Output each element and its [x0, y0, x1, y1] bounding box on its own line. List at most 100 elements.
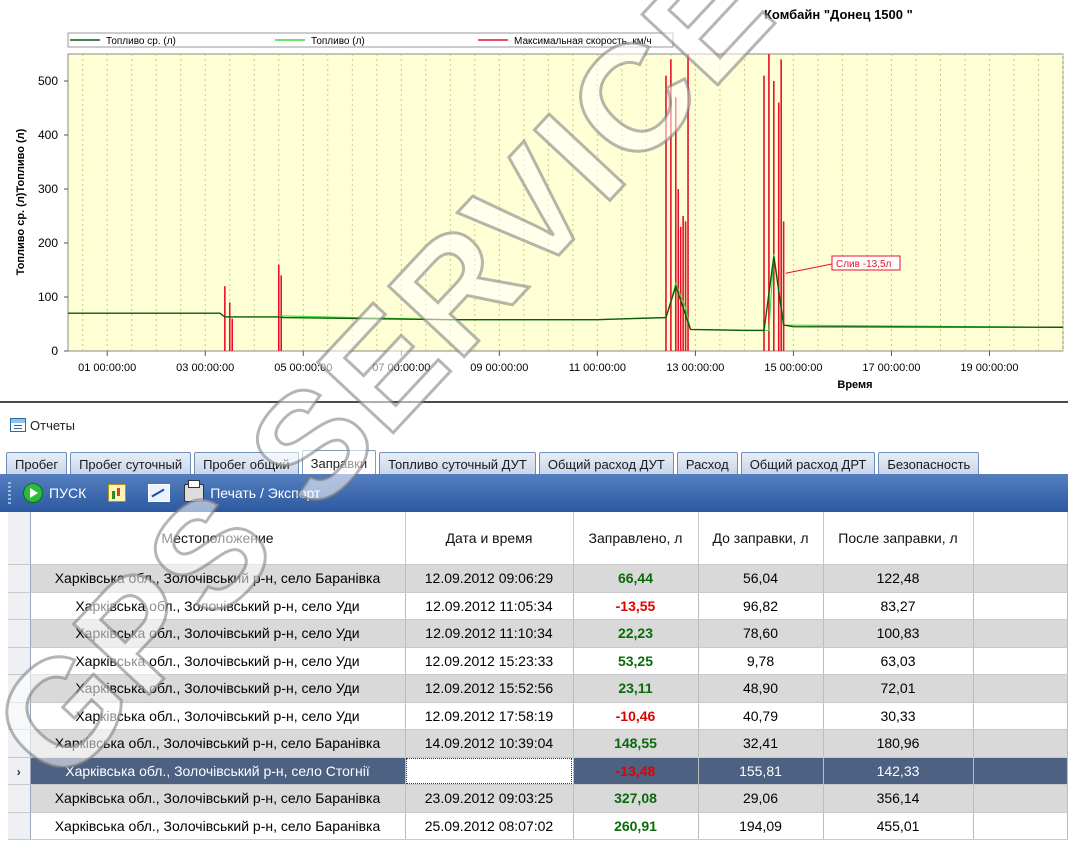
print-export-button[interactable]: Печать / Экспорт: [184, 480, 321, 502]
print-export-label: Печать / Экспорт: [210, 485, 321, 501]
fuel-chart: Комбайн "Донец 1500 " Топливо ср. (л) Топ…: [0, 0, 1068, 400]
x-tick-label: 11 00:00:00: [569, 362, 626, 374]
cell-after[interactable]: 83,27: [823, 592, 974, 620]
tab-4[interactable]: Заправки: [301, 450, 377, 474]
cell-location[interactable]: Харківська обл., Золочівський р-н, село …: [30, 757, 406, 785]
cell-empty: [973, 647, 1068, 675]
cell-filled[interactable]: 66,44: [573, 564, 699, 593]
column-header-before[interactable]: До заправки, л: [698, 512, 824, 565]
cell-before[interactable]: 29,06: [698, 784, 824, 813]
table-icon: [10, 418, 26, 432]
legend-label: Максимальная скорость, км/ч: [514, 36, 652, 47]
table-row[interactable]: › Харківська обл., Золочівський р-н, село…: [8, 757, 1068, 785]
legend-label: Топливо ср. (л): [106, 36, 176, 47]
table-row[interactable]: Харківська обл., Золочівський р-н, село …: [8, 784, 1068, 813]
cell-before[interactable]: 9,78: [698, 647, 824, 675]
refuel-table: Местоположение Дата и время Заправлено, …: [8, 512, 1068, 840]
cell-location[interactable]: Харківська обл., Золочівський р-н, село …: [30, 784, 406, 813]
cell-datetime[interactable]: 14.09.2012 10:39:04: [405, 729, 574, 758]
reports-panel: Отчеты Пробег Пробег суточный Пробег общий…: [0, 401, 1068, 842]
cell-location[interactable]: Харківська обл., Золочівський р-н, село …: [30, 702, 406, 730]
tab-7[interactable]: Расход: [676, 452, 738, 474]
cell-after[interactable]: 142,33: [823, 757, 974, 785]
cell-after[interactable]: 30,33: [823, 702, 974, 730]
column-header-location[interactable]: Местоположение: [30, 512, 406, 565]
cell-before[interactable]: 48,90: [698, 674, 824, 703]
y-axis-label: Топливо ср. (л)Топливо (л): [15, 128, 27, 275]
cell-after[interactable]: 72,01: [823, 674, 974, 703]
cell-before[interactable]: 155,81: [698, 757, 824, 785]
table-row[interactable]: Харківська обл., Золочівський р-н, село …: [8, 619, 1068, 648]
x-tick-label: 07 00:00:00: [372, 362, 430, 374]
tab-6[interactable]: Общий расход ДУТ: [538, 452, 674, 474]
plot-area: [67, 53, 1064, 352]
table-row[interactable]: Харківська обл., Золочівський р-н, село …: [8, 564, 1068, 593]
reports-window-title-bar: Отчеты: [0, 414, 1068, 436]
cell-after[interactable]: 356,14: [823, 784, 974, 813]
cell-location[interactable]: Харківська обл., Золочівський р-н, село …: [30, 592, 406, 620]
cell-datetime[interactable]: 23.09.2012 09:03:25: [405, 784, 574, 813]
cell-location[interactable]: Харківська обл., Золочівський р-н, село …: [30, 564, 406, 593]
cell-datetime[interactable]: 12.09.2012 11:10:34: [405, 619, 574, 648]
cell-datetime[interactable]: 12.09.2012 11:05:34: [405, 592, 574, 620]
cell-location[interactable]: Харківська обл., Золочівський р-н, село …: [30, 729, 406, 758]
table-row[interactable]: Харківська обл., Золочівський р-н, село …: [8, 647, 1068, 675]
cell-datetime[interactable]: 12.09.2012 17:58:19: [405, 702, 574, 730]
cell-location[interactable]: Харківська обл., Золочівський р-н, село …: [30, 647, 406, 675]
x-tick-label: 13 00:00:00: [666, 362, 724, 374]
tab-5[interactable]: Топливо суточный ДУТ: [379, 452, 536, 474]
tab-1[interactable]: Пробег: [6, 452, 68, 474]
column-header-empty: [973, 512, 1068, 565]
cell-before[interactable]: 78,60: [698, 619, 824, 648]
play-icon: [23, 483, 43, 503]
cell-datetime[interactable]: 12.09.2012 09:06:29: [405, 564, 574, 593]
row-selector: [8, 812, 31, 840]
cell-filled[interactable]: -13,55: [573, 592, 699, 620]
trend-button[interactable]: [148, 484, 171, 502]
tab-3[interactable]: Пробег общий: [194, 452, 299, 474]
row-selector[interactable]: ›: [8, 757, 31, 785]
y-tick-label: 400: [38, 128, 58, 142]
cell-filled[interactable]: -10,46: [573, 702, 699, 730]
cell-before[interactable]: 96,82: [698, 592, 824, 620]
tab-2[interactable]: Пробег суточный: [70, 452, 192, 474]
tab-9[interactable]: Безопасность: [878, 452, 980, 474]
cell-after[interactable]: 100,83: [823, 619, 974, 648]
table-row[interactable]: Харківська обл., Золочівський р-н, село …: [8, 812, 1068, 840]
cell-filled[interactable]: 23,11: [573, 674, 699, 703]
start-button[interactable]: ПУСК: [23, 483, 86, 503]
table-row[interactable]: Харківська обл., Золочівський р-н, село …: [8, 702, 1068, 730]
annotation-label: Слив -13,5л: [836, 259, 892, 270]
cell-filled[interactable]: 327,08: [573, 784, 699, 813]
column-header-datetime[interactable]: Дата и время: [405, 512, 574, 565]
table-row[interactable]: Харківська обл., Золочівський р-н, село …: [8, 592, 1068, 620]
cell-before[interactable]: 56,04: [698, 564, 824, 593]
cell-before[interactable]: 32,41: [698, 729, 824, 758]
cell-after[interactable]: 122,48: [823, 564, 974, 593]
x-tick-label: 05 00:00:00: [274, 362, 332, 374]
cell-filled[interactable]: 22,23: [573, 619, 699, 648]
column-header-after[interactable]: После заправки, л: [823, 512, 974, 565]
cell-location[interactable]: Харківська обл., Золочівський р-н, село …: [30, 674, 406, 703]
cell-datetime[interactable]: 12.09.2012 15:52:56: [405, 674, 574, 703]
cell-filled[interactable]: 148,55: [573, 729, 699, 758]
cell-location[interactable]: Харківська обл., Золочівський р-н, село …: [30, 619, 406, 648]
tab-8[interactable]: Общий расход ДРТ: [740, 452, 876, 474]
cell-after[interactable]: 63,03: [823, 647, 974, 675]
cell-after[interactable]: 455,01: [823, 812, 974, 840]
cell-before[interactable]: 194,09: [698, 812, 824, 840]
chart-report-button[interactable]: [108, 484, 127, 502]
cell-before[interactable]: 40,79: [698, 702, 824, 730]
cell-filled[interactable]: -13,48: [573, 757, 699, 785]
toolbar-grip[interactable]: [8, 482, 11, 504]
cell-location[interactable]: Харківська обл., Золочівський р-н, село …: [30, 812, 406, 840]
cell-filled[interactable]: 260,91: [573, 812, 699, 840]
column-header-filled[interactable]: Заправлено, л: [573, 512, 699, 565]
table-row[interactable]: Харківська обл., Золочівський р-н, село …: [8, 729, 1068, 758]
cell-filled[interactable]: 53,25: [573, 647, 699, 675]
cell-datetime[interactable]: 25.09.2012 08:07:02: [405, 812, 574, 840]
cell-datetime[interactable]: 12.09.2012 15:23:33: [405, 647, 574, 675]
table-row[interactable]: Харківська обл., Золочівський р-н, село …: [8, 674, 1068, 703]
cell-datetime[interactable]: 14.09.2012 11:59:35: [405, 757, 574, 785]
cell-after[interactable]: 180,96: [823, 729, 974, 758]
